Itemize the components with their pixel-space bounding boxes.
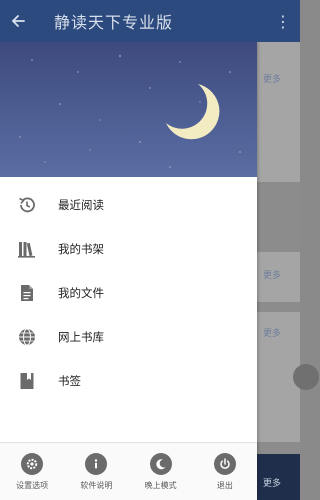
navigation-drawer: 最近阅读 我的书架 我的文件 网上书库 书签 设置选项 软件说明 晚上模式 退出: [0, 42, 257, 500]
history-icon: [16, 194, 38, 216]
app-title: 静读天下专业版: [54, 13, 174, 32]
menu-item-label: 书签: [58, 374, 81, 388]
file-icon: [16, 282, 38, 304]
footer-label: 退出: [216, 480, 233, 490]
app-bar: 静读天下专业版 ⋮: [0, 0, 300, 42]
menu-item-label: 最近阅读: [58, 198, 104, 212]
drawer-header: [0, 42, 257, 177]
footer-label: 软件说明: [80, 480, 113, 490]
background-card: 更多: [257, 252, 300, 302]
settings-icon: [21, 452, 44, 475]
power-icon: [213, 452, 236, 475]
background-more-link: 更多: [263, 329, 282, 339]
info-icon: [85, 452, 108, 475]
background-fab: [293, 364, 319, 390]
bookshelf-icon: [16, 238, 38, 260]
menu-item-online-library[interactable]: 网上书库: [0, 315, 257, 359]
help-button[interactable]: 软件说明: [64, 443, 128, 500]
bookmark-icon: [16, 370, 38, 392]
drawer-footer: 设置选项 软件说明 晚上模式 退出: [0, 442, 257, 500]
background-more-link: 更多: [263, 271, 282, 281]
back-button[interactable]: [0, 0, 36, 42]
background-more-link: 更多: [263, 479, 282, 489]
footer-label: 晚上模式: [144, 480, 177, 490]
drawer-menu: 最近阅读 我的书架 我的文件 网上书库 书签: [0, 177, 257, 403]
settings-button[interactable]: 设置选项: [0, 443, 64, 500]
night-sky: [19, 55, 241, 168]
globe-icon: [16, 326, 38, 348]
background-card: 更多: [257, 42, 300, 182]
more-options-button[interactable]: ⋮: [274, 0, 292, 42]
arrow-left-icon: [11, 15, 25, 27]
menu-item-bookshelf[interactable]: 我的书架: [0, 227, 257, 271]
background-content: 更多 更多 更多 更多: [257, 42, 319, 500]
menu-item-files[interactable]: 我的文件: [0, 271, 257, 315]
more-vert-icon: ⋮: [275, 11, 291, 31]
menu-item-label: 我的文件: [58, 286, 104, 300]
background-bottom-bar: 更多: [257, 454, 300, 500]
background-more-link: 更多: [263, 75, 282, 85]
menu-item-label: 我的书架: [58, 242, 104, 256]
menu-item-recent[interactable]: 最近阅读: [0, 183, 257, 227]
menu-item-label: 网上书库: [58, 330, 104, 344]
night-mode-icon: [149, 452, 172, 475]
night-mode-button[interactable]: 晚上模式: [129, 443, 193, 500]
footer-label: 设置选项: [16, 480, 49, 490]
exit-button[interactable]: 退出: [193, 443, 257, 500]
crescent-moon-icon: [166, 84, 220, 140]
menu-item-bookmarks[interactable]: 书签: [0, 359, 257, 403]
